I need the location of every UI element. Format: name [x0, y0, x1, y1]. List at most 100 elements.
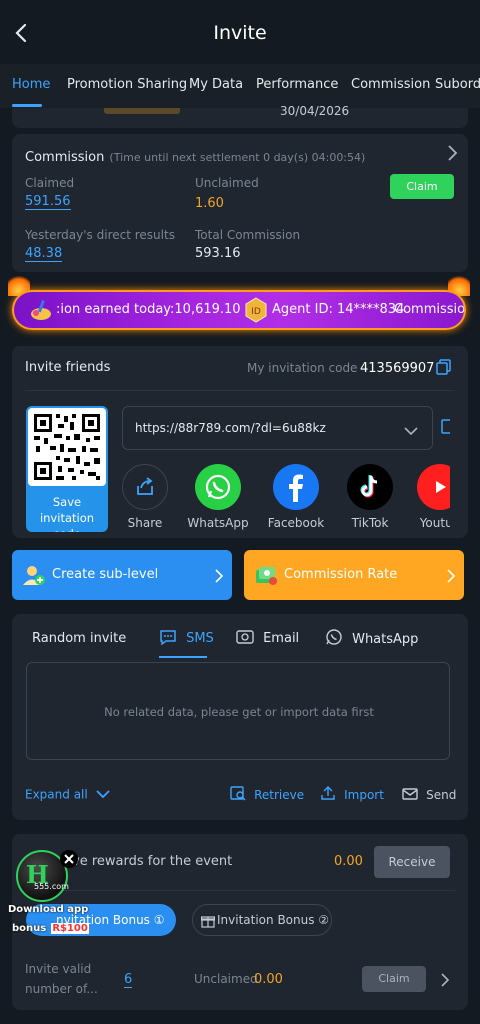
facebook-label: Facebook — [267, 516, 325, 530]
chevron-right-icon[interactable] — [440, 972, 450, 991]
commission-rate-button[interactable]: Commission Rate — [244, 550, 464, 600]
commission-header: Commission (Time until next settlement 0… — [25, 146, 365, 165]
import-button[interactable]: Import — [320, 784, 384, 805]
commission-chevron-icon[interactable] — [446, 144, 458, 166]
copy-link-icon[interactable] — [440, 418, 450, 436]
tab-email-label: Email — [263, 631, 300, 646]
claimed-value[interactable]: 591.56 — [25, 194, 71, 210]
whatsapp-label: WhatsApp — [187, 516, 249, 530]
youtube-clip: Youtub — [417, 464, 450, 536]
send-label: Send — [426, 787, 457, 802]
floating-download-ad[interactable]: H 555.com Download app bonus R$100 — [8, 846, 89, 934]
rewards-unclaimed-value: 0.00 — [254, 972, 283, 987]
invite-link-field[interactable]: https://88r789.com/?dl=6u88kz — [122, 406, 433, 450]
send-icon — [402, 785, 418, 805]
invite-valid-label-2: number of... — [25, 982, 98, 996]
chevron-right-icon — [446, 568, 456, 587]
create-sublevel-label: Create sub-level — [52, 567, 159, 582]
invitation-code-label: My invitation code — [247, 361, 358, 375]
commission-rate-label: Commission Rate — [284, 567, 398, 582]
invite-valid-label-1: Invite valid — [25, 962, 92, 976]
tab-performance[interactable]: Performance — [256, 77, 338, 92]
copy-code-icon[interactable] — [436, 359, 452, 379]
tab-home-indicator — [12, 104, 42, 107]
save-qr-label[interactable]: Save invitation code — [26, 494, 108, 532]
partial-badge — [104, 108, 180, 114]
tab-promotion-sharing[interactable]: Promotion Sharing — [67, 77, 187, 92]
retrieve-icon — [230, 785, 246, 805]
tab-my-data[interactable]: My Data — [189, 77, 243, 92]
yesterday-value[interactable]: 48.38 — [25, 246, 63, 262]
import-label: Import — [344, 787, 384, 802]
gift-icon — [200, 913, 216, 932]
qr-code-image — [28, 408, 106, 486]
bonus-text: bonus — [12, 923, 47, 934]
broom-icon — [28, 298, 54, 322]
tab-invitation-bonus-2-label: Invitation Bonus ② — [217, 913, 330, 927]
agent-id-text: Agent ID: 14****834 — [272, 302, 405, 317]
facebook-icon[interactable] — [273, 464, 319, 510]
unclaimed-value: 1.60 — [195, 196, 224, 211]
invite-valid-value[interactable]: 6 — [124, 972, 133, 988]
brand-name: 555.com — [34, 882, 69, 891]
whatsapp-icon[interactable] — [195, 464, 241, 510]
empty-state-text: No related data, please get or import da… — [104, 705, 374, 719]
total-commission-value: 593.16 — [195, 246, 241, 261]
tab-commission[interactable]: Commission — [351, 77, 430, 92]
random-invite-empty-box: No related data, please get or import da… — [26, 662, 450, 760]
commission-card: Commission (Time until next settlement 0… — [12, 134, 468, 272]
rewards-amount: 0.00 — [334, 854, 363, 869]
earned-today-text: :ion earned today:10,619.10 — [56, 302, 241, 317]
claim-button[interactable]: Claim — [390, 174, 454, 199]
random-invite-card: Random invite SMS Email WhatsApp No rela… — [12, 614, 468, 820]
yesterday-label: Yesterday's direct results — [25, 228, 175, 242]
expand-all-link[interactable]: Expand all — [25, 784, 111, 804]
sms-icon — [159, 629, 177, 649]
bonus-line: bonus R$100 — [12, 916, 89, 935]
download-app-text: Download app — [8, 904, 89, 915]
chevron-down-icon[interactable] — [403, 422, 419, 441]
close-icon[interactable] — [60, 850, 78, 868]
unclaimed-label: Unclaimed — [195, 176, 259, 190]
rewards-title: ve rewards for the event — [72, 854, 233, 869]
claimed-label: Claimed — [25, 176, 75, 190]
send-button[interactable]: Send — [402, 784, 456, 805]
money-icon — [254, 564, 278, 590]
tab-subordinate[interactable]: Subordi — [435, 77, 480, 92]
tab-whatsapp[interactable]: WhatsApp — [325, 628, 418, 650]
tab-home[interactable]: Home — [12, 77, 50, 92]
retrieve-button[interactable]: Retrieve — [230, 784, 304, 805]
marquee-trailing-text: Commissio — [394, 302, 466, 317]
total-commission-label: Total Commission — [195, 228, 301, 242]
share-label: Share — [127, 516, 163, 530]
expand-all-label: Expand all — [25, 787, 88, 802]
random-invite-title: Random invite — [32, 631, 127, 646]
marquee-banner: :ion earned today:10,619.10 ID Agent ID:… — [12, 290, 466, 330]
agent-badge-icon: ID — [244, 297, 268, 323]
qr-card[interactable]: Save invitation code — [26, 406, 108, 532]
youtube-icon[interactable] — [417, 464, 450, 510]
retrieve-label: Retrieve — [254, 787, 305, 802]
tiktok-icon[interactable] — [347, 464, 393, 510]
tiktok-label: TikTok — [351, 516, 389, 530]
svg-text:ID: ID — [251, 307, 261, 317]
top-partial-card: 30/04/2026 — [12, 104, 468, 128]
email-icon — [236, 629, 254, 649]
tab-email[interactable]: Email — [236, 628, 299, 649]
share-icon[interactable] — [122, 464, 168, 510]
partial-date: 30/04/2026 — [280, 104, 350, 118]
app-header: Invite — [0, 0, 480, 64]
invite-link-text: https://88r789.com/?dl=6u88kz — [135, 421, 326, 435]
add-user-icon — [22, 563, 46, 591]
invite-friends-card: Invite friends My invitation code 413569… — [12, 346, 468, 538]
invite-friends-title: Invite friends — [25, 360, 111, 375]
tab-sms[interactable]: SMS — [159, 628, 214, 649]
rewards-claim-button[interactable]: Claim — [362, 966, 426, 992]
tab-sms-label: SMS — [186, 631, 214, 646]
receive-button[interactable]: Receive — [374, 846, 450, 878]
tab-invitation-bonus-2[interactable]: Invitation Bonus ② — [192, 904, 332, 936]
divider — [25, 890, 455, 891]
divider — [25, 390, 455, 391]
create-sublevel-button[interactable]: Create sub-level — [12, 550, 232, 600]
bonus-amount: R$100 — [51, 923, 89, 934]
